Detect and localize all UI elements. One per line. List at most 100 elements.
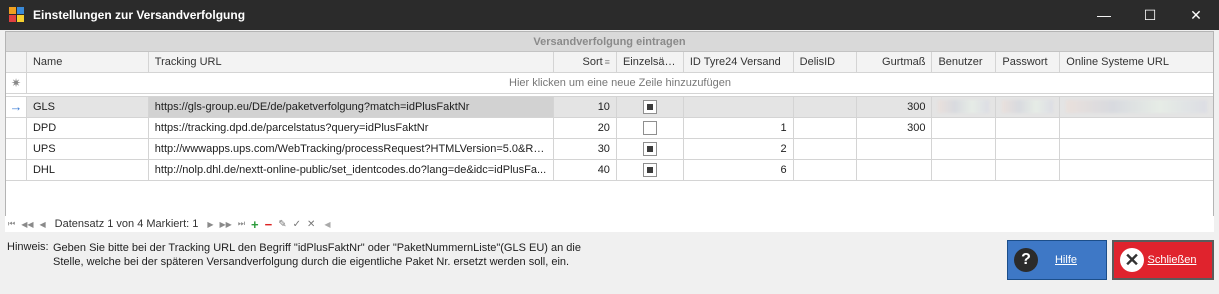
cell-benutzer[interactable] [932,139,997,160]
cell-gurtmass[interactable] [856,160,933,181]
cancel-edit-icon[interactable]: ✕ [307,219,315,230]
cell-sort[interactable]: 30 [554,139,617,160]
cell-benutzer[interactable] [932,118,997,139]
tracking-grid: Versandverfolgung eintragen Name Trackin… [5,31,1214,231]
current-row-arrow-icon: → [6,97,27,118]
cell-benutzer[interactable] [932,97,997,118]
close-button[interactable]: ✕ Schließen [1112,240,1214,280]
cell-passwort[interactable] [996,160,1061,181]
cell-tracking-url[interactable]: http://nolp.dhl.de/nextt-online-public/s… [148,160,555,181]
cell-sort[interactable]: 10 [554,97,617,118]
cell-einzelsaetze[interactable] [616,160,684,181]
cell-id-tyre24[interactable]: 6 [683,160,794,181]
column-header-passwort[interactable]: Passwort [996,52,1061,73]
table-row[interactable]: UPS http://wwwapps.ups.com/WebTracking/p… [6,139,1213,160]
cell-sort[interactable]: 40 [554,160,617,181]
cell-name[interactable]: DPD [26,118,149,139]
column-header-tracking-url[interactable]: Tracking URL [148,52,555,73]
cell-name[interactable]: GLS [26,97,149,118]
cell-passwort[interactable] [996,118,1061,139]
table-row[interactable]: → GLS https://gls-group.eu/DE/de/paketve… [6,97,1213,118]
cell-online-url[interactable] [1060,160,1213,181]
column-header-name[interactable]: Name [26,52,149,73]
blurred-value [938,100,990,113]
new-row[interactable]: ✷ Hier klicken um eine neue Zeile hinzuz… [6,73,1213,94]
column-header-gurtmass[interactable]: Gurtmaß [856,52,933,73]
column-header-sort-label: Sort [582,56,603,68]
help-button-label: Hilfe [1054,254,1077,266]
cell-online-url[interactable] [1060,118,1213,139]
cell-einzelsaetze[interactable] [616,118,684,139]
table-row[interactable]: DHL http://nolp.dhl.de/nextt-online-publ… [6,160,1213,181]
blurred-value [1002,100,1054,113]
cell-einzelsaetze[interactable] [616,97,684,118]
table-row[interactable]: DPD https://tracking.dpd.de/parcelstatus… [6,118,1213,139]
first-record-icon[interactable]: ⏮ [8,219,15,229]
cell-einzelsaetze[interactable] [616,139,684,160]
sort-ascending-icon: ≡ [604,57,610,67]
close-window-button[interactable]: ✕ [1173,0,1219,30]
column-header-id-tyre24[interactable]: ID Tyre24 Versand [683,52,794,73]
scroll-left-icon[interactable]: ◀ [324,220,330,229]
column-header-delisid[interactable]: DelisID [793,52,857,73]
cell-delisid[interactable] [793,118,857,139]
column-header-online-url[interactable]: Online Systeme URL [1060,52,1213,73]
add-record-icon[interactable]: + [251,217,259,232]
cell-id-tyre24[interactable]: 2 [683,139,794,160]
question-icon: ? [1014,248,1038,272]
maximize-button[interactable]: ☐ [1127,0,1173,30]
cell-name[interactable]: DHL [26,160,149,181]
row-indicator [6,139,27,160]
cell-name[interactable]: UPS [26,139,149,160]
row-indicator-header [6,52,27,73]
einzelsaetze-checkbox[interactable] [642,142,657,157]
prev-page-icon[interactable]: ◀◀ [21,220,33,229]
footer-panel: Hinweis: Geben Sie bitte bei der Trackin… [0,233,1219,294]
cell-id-tyre24[interactable] [683,97,794,118]
help-button[interactable]: ? Hilfe [1007,240,1107,280]
blurred-value [1066,100,1207,113]
column-header-sort[interactable]: Sort ≡ [554,52,617,73]
window-title: Einstellungen zur Versandverfolgung [33,8,246,22]
einzelsaetze-checkbox[interactable] [642,121,657,136]
cell-id-tyre24[interactable]: 1 [683,118,794,139]
close-x-icon: ✕ [1120,248,1144,272]
cell-online-url[interactable] [1060,97,1213,118]
record-navigator: ⏮ ◀◀ ◀ Datensatz 1 von 4 Markiert: 1 ▶ ▶… [5,216,1214,232]
cell-gurtmass[interactable] [856,139,933,160]
save-record-icon[interactable]: ✓ [293,219,301,230]
prev-record-icon[interactable]: ◀ [40,220,46,229]
cell-sort[interactable]: 20 [554,118,617,139]
next-record-icon[interactable]: ▶ [207,220,213,229]
cell-benutzer[interactable] [932,160,997,181]
column-header-einzelsaetze[interactable]: Einzelsätze [616,52,684,73]
row-indicator [6,118,27,139]
cell-gurtmass[interactable]: 300 [856,97,933,118]
edit-record-icon[interactable]: ✎ [278,219,286,230]
group-header: Versandverfolgung eintragen [6,32,1213,52]
cell-gurtmass[interactable]: 300 [856,118,933,139]
delete-record-icon[interactable]: − [265,217,273,232]
minimize-button[interactable]: — [1081,0,1127,30]
column-header-benutzer[interactable]: Benutzer [932,52,997,73]
cell-tracking-url[interactable]: https://tracking.dpd.de/parcelstatus?que… [148,118,555,139]
last-record-icon[interactable]: ⏭ [238,219,245,229]
record-status: Datensatz 1 von 4 Markiert: 1 [54,218,199,230]
cell-online-url[interactable] [1060,139,1213,160]
close-button-label: Schließen [1147,254,1197,266]
cell-delisid[interactable] [793,139,857,160]
next-page-icon[interactable]: ▶▶ [220,220,232,229]
title-bar: Einstellungen zur Versandverfolgung — ☐ … [0,0,1219,30]
cell-delisid[interactable] [793,160,857,181]
cell-passwort[interactable] [996,139,1061,160]
einzelsaetze-checkbox[interactable] [642,100,657,115]
horizontal-scrollbar[interactable]: ◀ [324,219,1214,229]
app-icon [9,7,25,23]
hint-text: Geben Sie bitte bei der Tracking URL den… [53,242,581,268]
einzelsaetze-checkbox[interactable] [642,163,657,178]
cell-delisid[interactable] [793,97,857,118]
cell-tracking-url[interactable]: http://wwwapps.ups.com/WebTracking/proce… [148,139,555,160]
new-row-hint[interactable]: Hier klicken um eine neue Zeile hinzuzuf… [26,73,1213,94]
cell-passwort[interactable] [996,97,1061,118]
cell-tracking-url[interactable]: https://gls-group.eu/DE/de/paketverfolgu… [148,97,555,118]
